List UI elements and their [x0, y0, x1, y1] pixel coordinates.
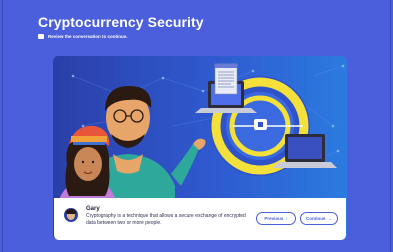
- previous-button-label: Previous: [264, 216, 284, 221]
- instruction-row: Review the conversation to continue.: [38, 34, 204, 39]
- arrow-right-icon: →: [327, 216, 333, 221]
- continue-button[interactable]: Continue →: [300, 212, 338, 225]
- avatar-hair: [66, 209, 76, 214]
- speaker-name: Gary: [86, 206, 100, 212]
- speaker-avatar: [64, 208, 78, 222]
- continue-button-label: Continue: [306, 216, 326, 221]
- previous-button[interactable]: Previous ↑: [256, 212, 296, 225]
- chat-icon: [38, 34, 44, 39]
- instruction-text: Review the conversation to continue.: [48, 34, 128, 39]
- dialog-card: Gary Cryptography is a technique that al…: [54, 198, 346, 240]
- page-title: Cryptocurrency Security: [38, 14, 204, 30]
- page-header: Cryptocurrency Security Review the conve…: [38, 14, 204, 39]
- lock-icon: [254, 119, 267, 130]
- dialog-message: Cryptography is a technique that allows …: [86, 213, 246, 226]
- arrow-up-icon: ↑: [285, 216, 288, 221]
